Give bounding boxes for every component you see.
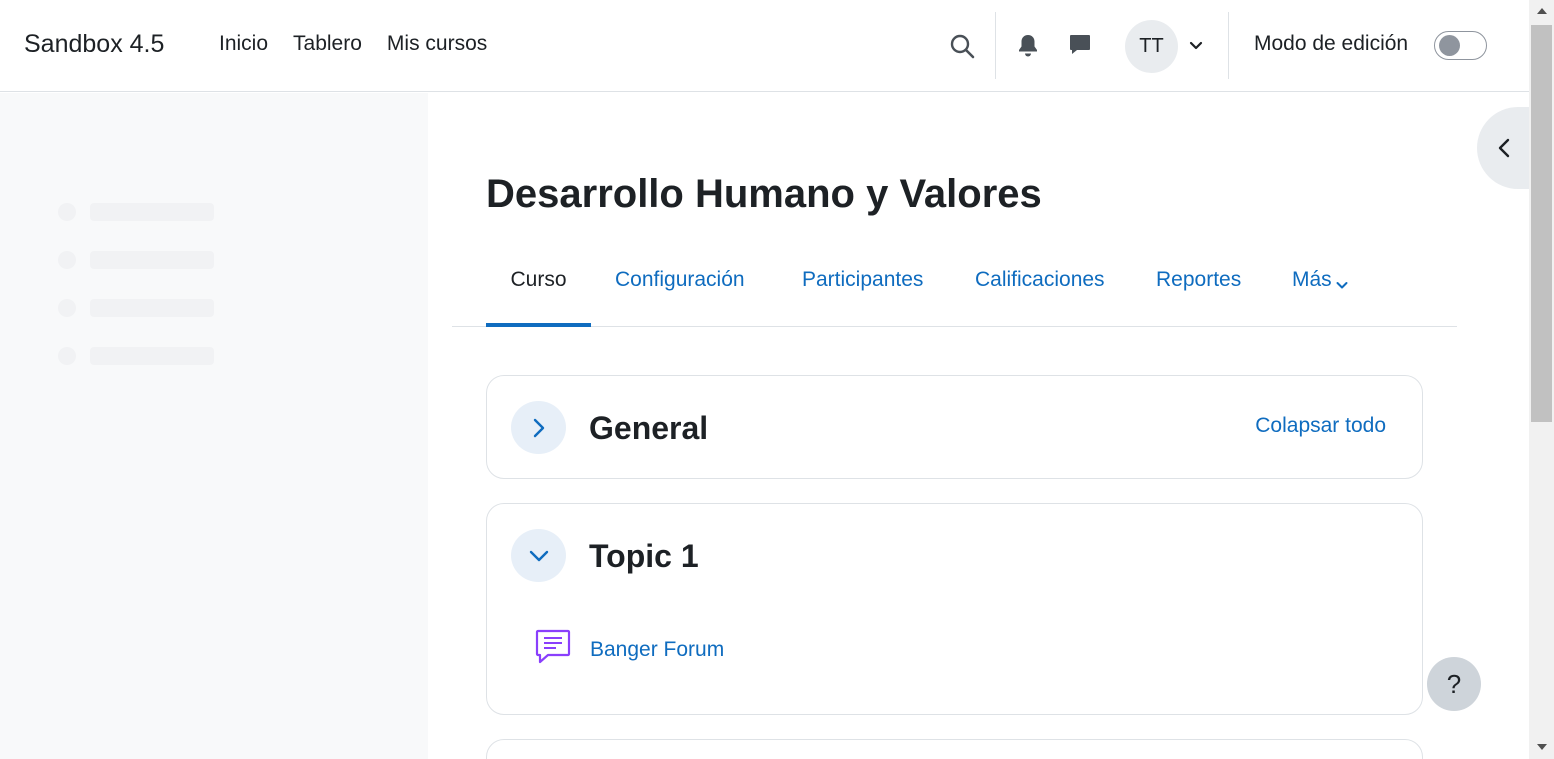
bell-icon[interactable]: [1014, 30, 1042, 60]
forum-icon: [534, 628, 572, 671]
course-index-drawer: [0, 93, 428, 759]
course-section-topic-1: Topic 1 Banger Forum: [486, 503, 1423, 715]
tab-mas-label: Más: [1292, 268, 1332, 291]
chevron-down-icon: [529, 550, 548, 561]
section-title[interactable]: Topic 1: [589, 538, 699, 575]
tab-calificaciones[interactable]: Calificaciones: [975, 256, 1105, 327]
messages-icon[interactable]: [1066, 31, 1094, 59]
edit-mode-toggle[interactable]: [1434, 31, 1487, 60]
scroll-down-arrow-icon[interactable]: [1529, 738, 1554, 756]
secondary-navigation: Curso Configuración Participantes Califi…: [452, 256, 1457, 327]
tab-participantes[interactable]: Participantes: [802, 256, 923, 327]
edit-mode-label: Modo de edición: [1254, 32, 1409, 55]
site-brand[interactable]: Sandbox 4.5: [24, 30, 164, 59]
tab-curso[interactable]: Curso: [486, 256, 591, 327]
tab-mas[interactable]: Más: [1292, 256, 1348, 327]
course-section-next: [486, 739, 1423, 759]
placeholder-row: [58, 299, 214, 317]
placeholder-row: [58, 251, 214, 269]
collapse-all-link[interactable]: Colapsar todo: [1255, 414, 1386, 438]
tab-reportes[interactable]: Reportes: [1156, 256, 1241, 327]
navbar-divider: [995, 12, 996, 79]
top-navbar: Sandbox 4.5 Inicio Tablero Mis cursos TT…: [0, 0, 1529, 92]
placeholder-row: [58, 347, 214, 365]
chevron-down-icon: [1336, 272, 1348, 296]
toggle-knob: [1439, 35, 1460, 56]
open-block-drawer-button[interactable]: [1477, 107, 1537, 189]
chevron-right-icon: [533, 418, 544, 437]
chevron-down-icon[interactable]: [1186, 36, 1206, 56]
primary-navigation: Inicio Tablero Mis cursos: [219, 32, 487, 56]
section-expand-button[interactable]: [511, 401, 566, 454]
page-scrollbar[interactable]: [1529, 0, 1554, 759]
activity-name[interactable]: Banger Forum: [590, 638, 724, 662]
course-section-general: General Colapsar todo: [486, 375, 1423, 479]
activity-item[interactable]: Banger Forum: [534, 628, 724, 671]
section-title[interactable]: General: [589, 410, 708, 447]
nav-link-tablero[interactable]: Tablero: [293, 32, 362, 56]
page-title: Desarrollo Humano y Valores: [486, 172, 1042, 216]
nav-link-mis-cursos[interactable]: Mis cursos: [387, 32, 487, 56]
user-avatar[interactable]: TT: [1125, 20, 1178, 73]
navbar-divider: [1228, 12, 1229, 79]
nav-link-inicio[interactable]: Inicio: [219, 32, 268, 56]
scrollbar-thumb[interactable]: [1531, 25, 1552, 422]
section-collapse-button[interactable]: [511, 529, 566, 582]
tab-configuracion[interactable]: Configuración: [615, 256, 745, 327]
placeholder-row: [58, 203, 214, 221]
search-icon[interactable]: [946, 30, 978, 62]
scroll-up-arrow-icon[interactable]: [1529, 2, 1554, 20]
help-button[interactable]: ?: [1427, 657, 1481, 711]
chevron-left-icon: [1498, 138, 1510, 158]
